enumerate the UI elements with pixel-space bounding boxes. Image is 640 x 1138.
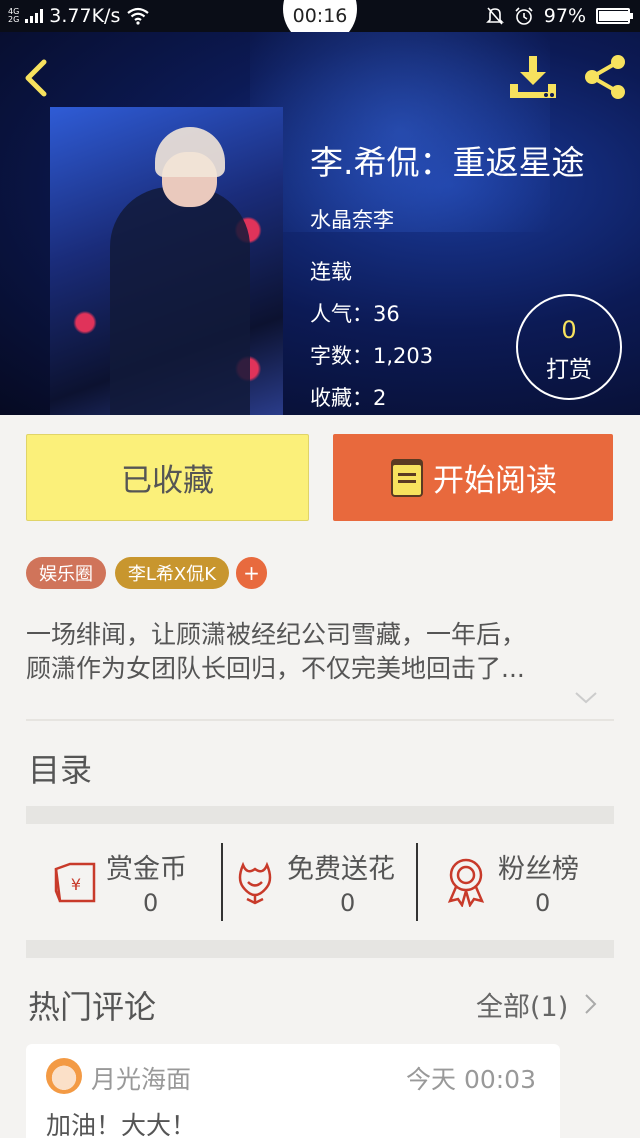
chevron-down-icon[interactable]: [574, 690, 598, 706]
status-right: 97%: [485, 5, 633, 27]
book-cover-image[interactable]: [50, 107, 283, 415]
all-comments-link[interactable]: 全部(1): [476, 985, 568, 1024]
reward-label: 打赏: [546, 357, 592, 383]
network-speed: 3.77K/s: [49, 5, 121, 27]
chevron-right-icon[interactable]: [583, 993, 597, 1015]
fan-ranking-item[interactable]: 粉丝榜 0: [418, 843, 614, 921]
tag-character[interactable]: 李L希X侃K: [115, 557, 229, 589]
network-type: 4G 2G: [8, 8, 19, 24]
collected-button[interactable]: 已收藏: [26, 434, 309, 521]
ribbon-medal-icon: [447, 858, 485, 907]
status-left: 4G 2G 3.77K/s: [8, 5, 150, 27]
flower-icon: [238, 861, 272, 905]
alarm-icon: [515, 7, 533, 25]
battery-fill: [599, 11, 629, 21]
comment-username[interactable]: 月光海面: [91, 1060, 191, 1096]
fan-ranking-value: 0: [535, 889, 551, 917]
section-band: [26, 806, 614, 824]
comment-text: 加油！大大！: [46, 1111, 197, 1138]
book-word-count: 字数：1,203: [310, 344, 434, 368]
book-favorites: 收藏：2: [310, 386, 387, 410]
header-glow: [250, 32, 550, 232]
comment-card[interactable]: 月光海面 今天 00:03 加油！大大！: [26, 1044, 560, 1138]
section-band: [26, 940, 614, 958]
wifi-icon: [127, 7, 150, 25]
signal-icon: [25, 9, 44, 23]
download-icon[interactable]: [508, 52, 558, 102]
reward-count: 0: [561, 316, 577, 344]
clock: 00:16: [292, 5, 348, 27]
share-icon[interactable]: [580, 52, 630, 102]
network-type-bottom: 2G: [8, 15, 20, 24]
battery-percent: 97%: [543, 5, 586, 27]
book-status: 连载: [310, 260, 352, 284]
start-reading-label: 开始阅读: [433, 463, 557, 499]
comment-time: 今天 00:03: [406, 1065, 536, 1094]
book-author[interactable]: 水晶奈李: [310, 204, 394, 234]
free-flowers-label: 免费送花: [287, 854, 395, 885]
reward-button[interactable]: 0 打赏: [516, 294, 622, 400]
chevron-left-icon[interactable]: [16, 54, 56, 102]
collected-label: 已收藏: [121, 463, 214, 499]
battery-icon: [596, 8, 633, 24]
toc-title[interactable]: 目录: [28, 745, 92, 791]
reward-gold-value: 0: [143, 889, 159, 917]
avatar[interactable]: [46, 1058, 82, 1094]
svg-text:¥: ¥: [71, 875, 81, 894]
hot-comments-title: 热门评论: [28, 988, 157, 1026]
reward-gold-item[interactable]: ¥ 赏金币 0: [26, 843, 222, 921]
add-tag-button[interactable]: +: [236, 557, 267, 589]
start-reading-button[interactable]: 开始阅读: [333, 434, 613, 521]
red-envelope-icon: ¥: [54, 862, 96, 903]
synopsis-line-2: 顾潇作为女团队长回归，不仅完美地回击了...: [26, 654, 525, 683]
free-flowers-item[interactable]: 免费送花 0: [223, 843, 417, 921]
synopsis-line-1: 一场绯闻，让顾潇被经纪公司雪藏，一年后，: [26, 620, 527, 649]
cover-hair: [155, 127, 225, 177]
free-flowers-value: 0: [340, 889, 356, 917]
tag-entertainment[interactable]: 娱乐圈: [26, 557, 106, 589]
fan-ranking-label: 粉丝榜: [498, 854, 579, 885]
divider: [26, 719, 614, 721]
cover-figure: [110, 187, 250, 415]
book-title: 李.希侃：重返星途: [310, 143, 585, 182]
book-popularity: 人气：36: [310, 302, 400, 326]
synopsis[interactable]: 一场绯闻，让顾潇被经纪公司雪藏，一年后， 顾潇作为女团队长回归，不仅完美地回击了…: [26, 618, 616, 686]
reward-gold-label: 赏金币: [106, 854, 187, 885]
mute-bell-icon: [485, 7, 504, 25]
book-header: 李.希侃：重返星途 水晶奈李 连载 人气：36 字数：1,203 收藏：2 0 …: [0, 32, 640, 415]
book-icon: [391, 458, 423, 497]
